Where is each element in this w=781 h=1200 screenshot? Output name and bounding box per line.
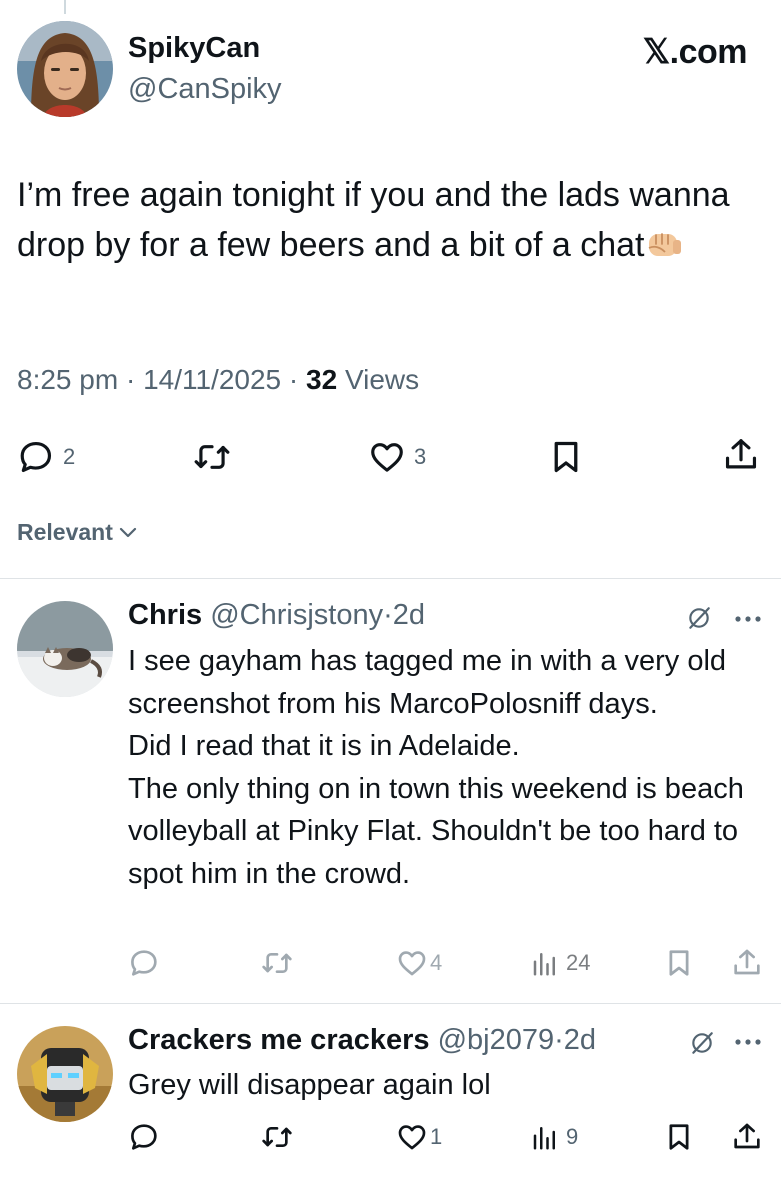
heart-icon — [396, 947, 428, 979]
reply-icon — [17, 438, 55, 476]
views-count: 32 — [306, 364, 338, 395]
divider — [0, 578, 781, 579]
bookmark-icon — [664, 1121, 694, 1153]
site-brand-logo: 𝕏.com — [642, 33, 748, 71]
retweet-button[interactable] — [260, 1121, 294, 1153]
reply-button[interactable]: 2 — [17, 438, 75, 476]
share-icon — [722, 436, 760, 474]
fist-emoji-icon — [647, 224, 683, 274]
retweet-icon — [260, 1121, 294, 1153]
retweet-icon — [192, 438, 232, 476]
author-handle[interactable]: @CanSpiky — [128, 73, 282, 106]
retweet-icon — [260, 947, 294, 979]
reply-header: Chris @Chrisjstony·2d — [128, 599, 426, 631]
grok-icon[interactable] — [686, 605, 712, 631]
reply-author-name[interactable]: Chris — [128, 599, 202, 631]
sort-replies-dropdown[interactable]: Relevant — [17, 519, 137, 546]
bookmark-icon — [664, 947, 694, 979]
reply-avatar[interactable] — [17, 1026, 113, 1122]
views-count: 9 — [566, 1124, 579, 1149]
like-button[interactable]: 4 — [396, 947, 442, 979]
reply-author-handle[interactable]: @bj2079 — [438, 1024, 555, 1056]
reply-header: Crackers me crackers @bj2079·2d — [128, 1024, 597, 1056]
reply-text-line: Did I read that it is in Adelaide. — [128, 730, 520, 762]
tweet-body: I’m free again tonight if you and the la… — [17, 170, 757, 274]
views-label: Views — [344, 364, 420, 395]
share-icon — [731, 947, 763, 979]
bookmark-button[interactable] — [548, 438, 584, 476]
retweet-button[interactable] — [260, 947, 294, 979]
reply-text: Grey will disappear again lol — [128, 1064, 758, 1107]
reply-icon — [128, 947, 160, 979]
thread-connector — [64, 0, 66, 14]
tweet-text: I’m free again tonight if you and the la… — [17, 176, 730, 264]
reply-author-handle[interactable]: @Chrisjstony — [210, 599, 383, 631]
reply-button[interactable] — [128, 1121, 160, 1153]
views-count: 24 — [566, 950, 591, 975]
tweet-date[interactable]: 14/11/2025 — [143, 364, 281, 395]
like-count: 4 — [430, 950, 443, 975]
retweet-button[interactable] — [192, 438, 232, 476]
heart-icon — [396, 1121, 428, 1153]
share-button[interactable] — [722, 436, 760, 474]
more-dots-icon[interactable] — [733, 614, 763, 624]
like-button[interactable]: 1 — [396, 1121, 442, 1153]
reply-age[interactable]: 2d — [393, 599, 425, 631]
share-icon — [731, 1121, 763, 1153]
tweet-metadata: 8:25 pm · 14/11/2025 · 32 Views — [17, 364, 420, 395]
like-button[interactable]: 3 — [368, 438, 426, 476]
share-button[interactable] — [731, 947, 763, 979]
grok-icon[interactable] — [689, 1030, 715, 1056]
reply-button[interactable] — [128, 947, 160, 979]
views-button[interactable]: 9 — [530, 1121, 578, 1153]
like-count: 3 — [414, 444, 427, 469]
reply-text: I see gayham has tagged me in with a ver… — [128, 640, 758, 895]
reply-avatar[interactable] — [17, 601, 113, 697]
reply-icon — [128, 1121, 160, 1153]
divider — [0, 1003, 781, 1004]
tweet-action-bar: 2 3 — [0, 433, 781, 477]
share-button[interactable] — [731, 1121, 763, 1153]
sort-label: Relevant — [17, 519, 113, 545]
like-count: 1 — [430, 1124, 443, 1149]
views-chart-icon — [530, 947, 560, 979]
heart-icon — [368, 438, 406, 476]
views-button[interactable]: 24 — [530, 947, 590, 979]
reply-author-name[interactable]: Crackers me crackers — [128, 1024, 430, 1056]
reply-age[interactable]: 2d — [564, 1024, 596, 1056]
reply-text-line: Grey will disappear again lol — [128, 1069, 491, 1101]
more-dots-icon[interactable] — [733, 1037, 763, 1047]
bookmark-button[interactable] — [664, 947, 694, 979]
reply-count: 2 — [63, 444, 76, 469]
views-chart-icon — [530, 1121, 560, 1153]
bookmark-icon — [548, 438, 584, 476]
reply-action-bar: 1 9 — [0, 1121, 781, 1157]
bookmark-button[interactable] — [664, 1121, 694, 1153]
reply-action-bar: 4 24 — [0, 947, 781, 983]
reply-text-line: The only thing on in town this weekend i… — [128, 772, 744, 890]
reply-text-line: I see gayham has tagged me in with a ver… — [128, 645, 727, 720]
chevron-down-icon — [119, 527, 136, 537]
author-avatar[interactable] — [17, 21, 113, 117]
author-display-name[interactable]: SpikyCan — [128, 32, 260, 65]
tweet-time[interactable]: 8:25 pm — [17, 364, 118, 395]
